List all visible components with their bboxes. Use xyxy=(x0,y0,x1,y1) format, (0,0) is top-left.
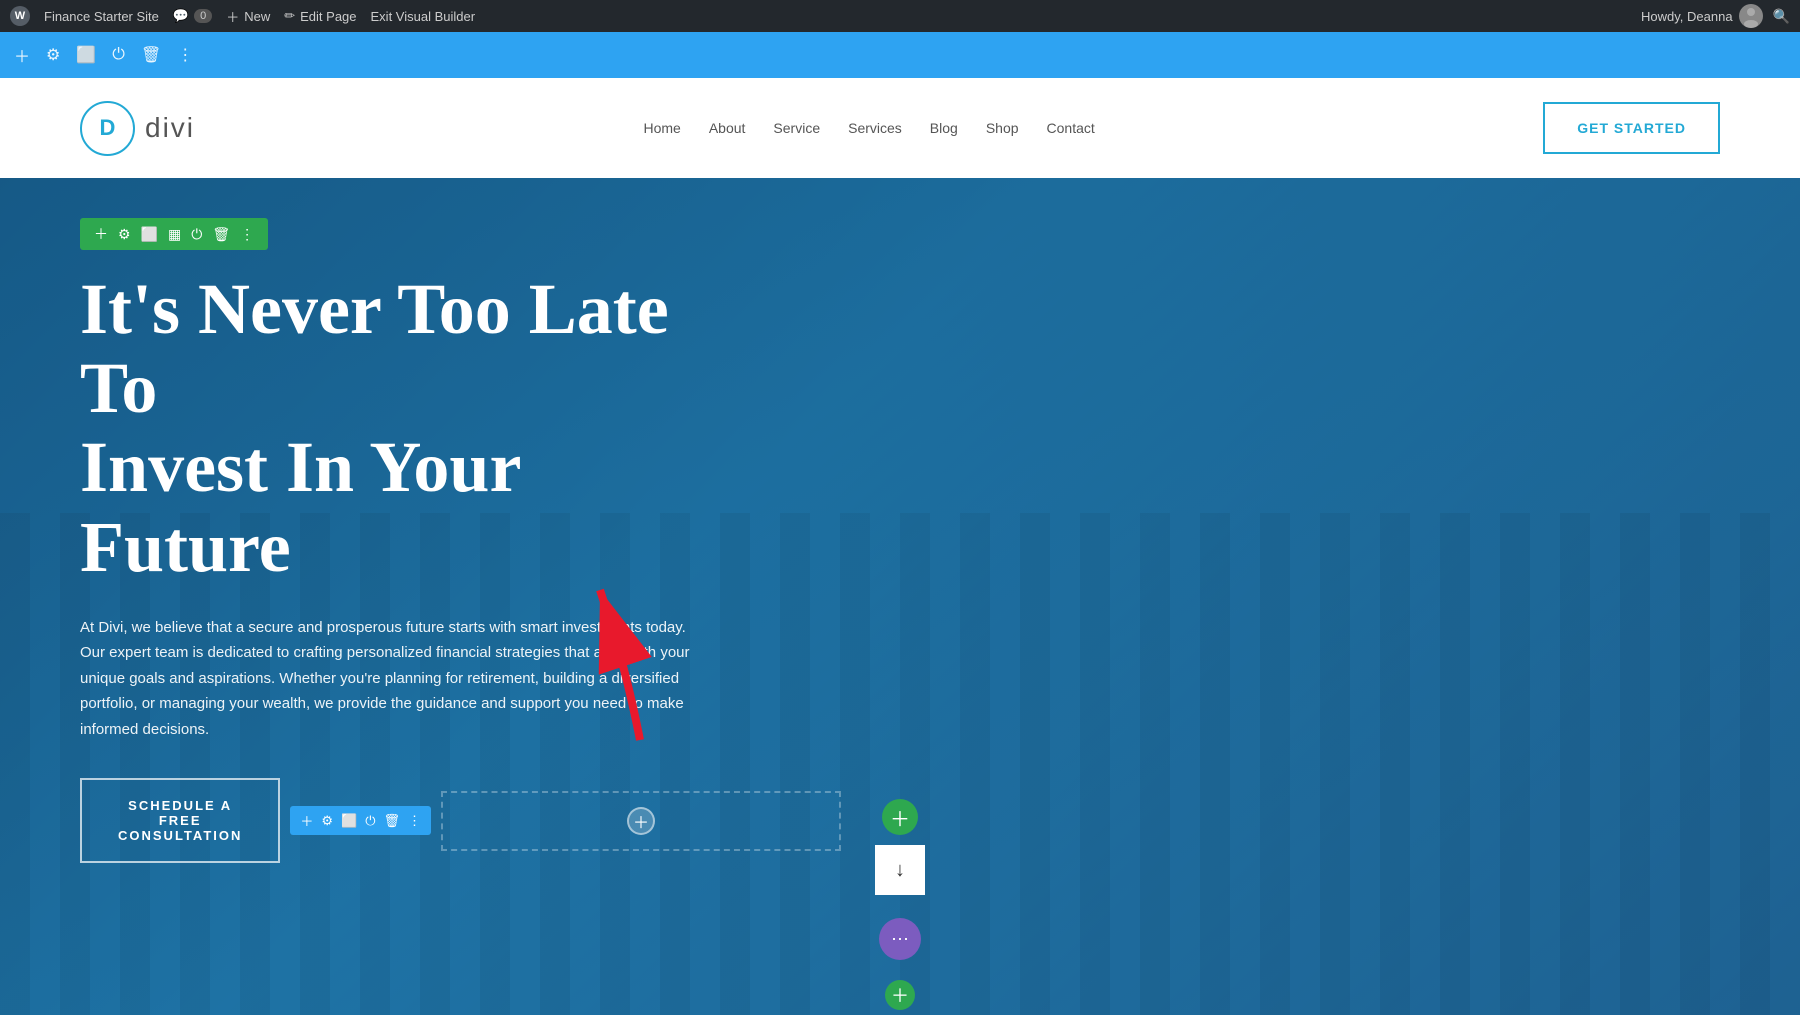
hero-description: At Divi, we believe that a secure and pr… xyxy=(80,615,700,743)
nav-services[interactable]: Services xyxy=(848,120,902,136)
module-plus-icon[interactable]: ＋ xyxy=(300,811,313,830)
plus-icon-admin: ＋ xyxy=(226,7,239,26)
howdy-user: Howdy, Deanna xyxy=(1641,4,1763,28)
wp-logo: W xyxy=(10,6,30,26)
get-started-button[interactable]: GET STARTED xyxy=(1543,102,1720,154)
nav-blog[interactable]: Blog xyxy=(930,120,958,136)
row-trash-icon[interactable]: 🗑 xyxy=(212,226,230,243)
module-trash-icon[interactable]: 🗑 xyxy=(384,813,401,829)
vb-copy-icon[interactable]: ⬜ xyxy=(76,45,96,65)
exit-builder-item[interactable]: Exit Visual Builder xyxy=(371,9,476,24)
row-more-icon[interactable]: ⋮ xyxy=(240,226,254,243)
search-icon-admin[interactable]: 🔍 xyxy=(1773,8,1790,25)
logo-letter: D xyxy=(100,115,116,141)
nav-home[interactable]: Home xyxy=(643,120,680,136)
row-copy-icon[interactable]: ⬜ xyxy=(141,226,158,243)
button-row: SCHEDULE A FREE CONSULTATION ＋ ⚙ ⬜ ⏻ 🗑 ⋮… xyxy=(80,778,700,863)
exit-builder-label: Exit Visual Builder xyxy=(371,9,476,24)
pencil-icon: ✏ xyxy=(284,8,295,24)
module-gear-icon[interactable]: ⚙ xyxy=(321,813,333,829)
comments-item[interactable]: 💬 0 xyxy=(173,8,212,24)
row-columns-icon[interactable]: ▦ xyxy=(168,226,181,243)
hero-content: ＋ ⚙ ⬜ ▦ ⏻ 🗑 ⋮ It's Never Too Late To Inv… xyxy=(0,178,780,903)
admin-bar: W Finance Starter Site 💬 0 ＋ New ✏ Edit … xyxy=(0,0,1800,32)
logo-circle: D xyxy=(80,101,135,156)
module-copy-icon[interactable]: ⬜ xyxy=(341,813,357,829)
add-module-button[interactable]: ＋ xyxy=(627,807,655,835)
vb-more-icon[interactable]: ⋮ xyxy=(177,45,193,65)
hero-section: ＋ ⚙ ⬜ ▦ ⏻ 🗑 ⋮ It's Never Too Late To Inv… xyxy=(0,178,1800,1015)
row-plus-icon[interactable]: ＋ xyxy=(94,224,108,244)
vb-plus-icon[interactable]: ＋ xyxy=(14,43,30,67)
hero-title-line2: Invest In Your Future xyxy=(80,427,520,586)
module-more-icon[interactable]: ⋮ xyxy=(408,813,421,829)
comment-icon: 💬 xyxy=(173,8,189,24)
site-header: D divi Home About Service Services Blog … xyxy=(0,78,1800,178)
row-power-icon[interactable]: ⏻ xyxy=(191,226,202,243)
nav-shop[interactable]: Shop xyxy=(986,120,1019,136)
nav-about[interactable]: About xyxy=(709,120,746,136)
wp-logo-item[interactable]: W xyxy=(10,6,30,26)
empty-module-area: ＋ xyxy=(441,791,841,851)
row-toolbar: ＋ ⚙ ⬜ ▦ ⏻ 🗑 ⋮ xyxy=(80,218,268,250)
user-avatar xyxy=(1739,4,1763,28)
site-logo: D divi xyxy=(80,101,195,156)
howdy-text: Howdy, Deanna xyxy=(1641,9,1733,24)
module-toolbar: ＋ ⚙ ⬜ ⏻ 🗑 ⋮ xyxy=(290,806,431,835)
vb-toolbar: ＋ ⚙ ⬜ ⏻ 🗑 ⋮ xyxy=(0,32,1800,78)
add-section-button[interactable]: ＋ xyxy=(885,980,915,1010)
vb-power-icon[interactable]: ⏻ xyxy=(112,46,125,64)
site-nav: Home About Service Services Blog Shop Co… xyxy=(643,120,1094,136)
new-label: New xyxy=(244,9,270,24)
add-row-button[interactable]: ＋ xyxy=(882,799,918,835)
site-name: Finance Starter Site xyxy=(44,9,159,24)
vb-trash-icon[interactable]: 🗑 xyxy=(141,45,161,65)
row-gear-icon[interactable]: ⚙ xyxy=(118,226,131,243)
edit-page-item[interactable]: ✏ Edit Page xyxy=(284,8,356,24)
site-name-item[interactable]: Finance Starter Site xyxy=(44,9,159,24)
logo-text: divi xyxy=(145,112,195,144)
cta-button[interactable]: SCHEDULE A FREE CONSULTATION xyxy=(80,778,280,863)
chat-button[interactable]: ⋯ xyxy=(879,918,921,960)
page-wrapper: D divi Home About Service Services Blog … xyxy=(0,78,1800,1015)
vb-gear-icon[interactable]: ⚙ xyxy=(46,45,60,65)
nav-contact[interactable]: Contact xyxy=(1047,120,1095,136)
down-arrow-button[interactable]: ↓ xyxy=(875,845,925,895)
new-item[interactable]: ＋ New xyxy=(226,7,270,26)
module-power-icon[interactable]: ⏻ xyxy=(365,813,375,829)
hero-title-line1: It's Never Too Late To xyxy=(80,269,669,428)
nav-service[interactable]: Service xyxy=(773,120,820,136)
hero-title: It's Never Too Late To Invest In Your Fu… xyxy=(80,270,700,587)
edit-page-label: Edit Page xyxy=(300,9,356,24)
comments-count: 0 xyxy=(194,9,212,23)
